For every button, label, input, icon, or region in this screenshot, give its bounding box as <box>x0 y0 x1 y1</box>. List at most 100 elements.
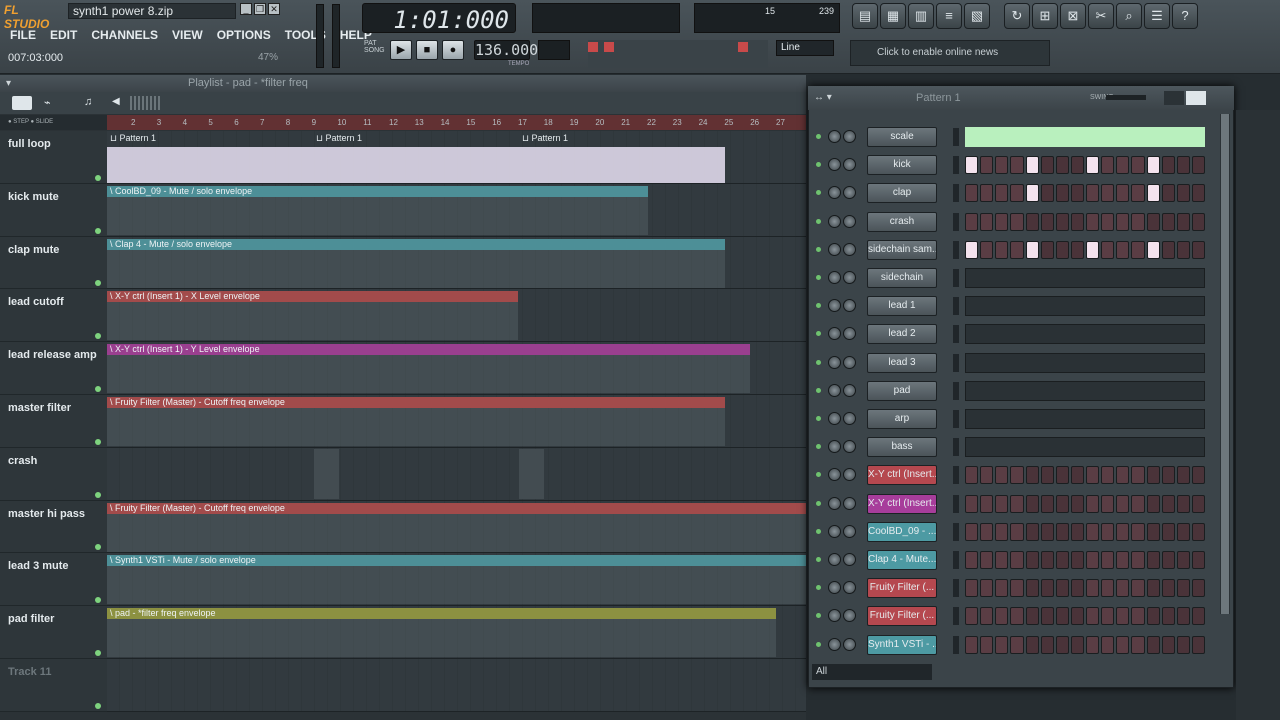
step-button[interactable] <box>1191 635 1205 654</box>
channel-name-button[interactable]: Clap 4 - Mute... <box>867 550 937 570</box>
step-button[interactable] <box>1055 156 1069 175</box>
step-button[interactable] <box>1116 212 1130 231</box>
channel-mute-led[interactable] <box>816 303 821 309</box>
channel-name-button[interactable]: sidechain sam... <box>867 239 937 260</box>
automation-clip-body[interactable] <box>107 619 776 658</box>
step-button[interactable] <box>1116 466 1130 485</box>
step-button[interactable] <box>1070 240 1084 259</box>
menu-view[interactable]: VIEW <box>166 26 209 44</box>
step-button[interactable] <box>1025 240 1039 259</box>
track-header[interactable]: lead release amp <box>0 342 107 395</box>
step-button[interactable] <box>1131 240 1145 259</box>
channel-select-bar[interactable] <box>953 325 959 344</box>
step-button[interactable] <box>1010 607 1024 626</box>
step-button[interactable] <box>965 579 979 598</box>
channel-select-bar[interactable] <box>953 184 959 203</box>
step-button[interactable] <box>1055 607 1069 626</box>
track-header[interactable]: clap mute <box>0 236 107 290</box>
channel-pan-knob[interactable] <box>828 214 841 228</box>
track-enable-led[interactable] <box>95 597 101 604</box>
step-button[interactable] <box>1161 184 1175 203</box>
step-button[interactable] <box>995 240 1009 259</box>
channel-name-button[interactable]: Fruity Filter (... <box>867 578 937 599</box>
step-button[interactable] <box>1010 494 1024 513</box>
step-button[interactable] <box>1025 494 1039 513</box>
step-button[interactable] <box>1101 240 1115 259</box>
step-button[interactable] <box>995 607 1009 626</box>
channel-pan-knob[interactable] <box>828 158 841 172</box>
channel-mute-led[interactable] <box>816 218 821 224</box>
step-button[interactable] <box>1116 522 1130 541</box>
channel-volume-knob[interactable] <box>843 214 856 228</box>
step-button[interactable] <box>1086 156 1100 175</box>
step-button[interactable] <box>1161 466 1175 485</box>
pattern-selector[interactable] <box>538 40 570 60</box>
step-button[interactable] <box>1146 607 1160 626</box>
channel-pan-knob[interactable] <box>828 355 841 369</box>
channel-volume-knob[interactable] <box>843 186 856 200</box>
channel-mute-led[interactable] <box>816 331 821 337</box>
step-button[interactable] <box>965 212 979 231</box>
step-button[interactable] <box>1116 240 1130 259</box>
step-button[interactable] <box>1116 551 1130 569</box>
menu-channels[interactable]: CHANNELS <box>85 26 164 44</box>
master-pitch-slider[interactable] <box>332 4 340 68</box>
step-button[interactable] <box>1131 635 1145 654</box>
mini-piano-roll[interactable] <box>965 437 1205 458</box>
channel-pan-knob[interactable] <box>828 581 841 595</box>
channel-select-bar[interactable] <box>953 438 959 457</box>
step-button[interactable] <box>1025 607 1039 626</box>
channel-volume-knob[interactable] <box>843 553 856 566</box>
track-header[interactable]: crash <box>0 447 107 501</box>
channel-mute-led[interactable] <box>816 641 821 647</box>
step-button[interactable] <box>1086 579 1100 598</box>
step-button[interactable] <box>1086 607 1100 626</box>
step-button[interactable] <box>1131 184 1145 203</box>
step-button[interactable] <box>1101 466 1115 485</box>
channel-volume-knob[interactable] <box>843 327 856 341</box>
track-enable-led[interactable] <box>95 438 101 445</box>
step-button[interactable] <box>1010 579 1024 598</box>
step-button[interactable] <box>1055 579 1069 598</box>
step-button[interactable] <box>1101 551 1115 569</box>
step-button[interactable] <box>995 579 1009 598</box>
step-button[interactable] <box>1176 184 1190 203</box>
track-header[interactable]: lead 3 mute <box>0 553 107 607</box>
channel-select-bar[interactable] <box>953 128 959 146</box>
channel-pan-knob[interactable] <box>828 440 841 454</box>
typing-keyboard-icon[interactable] <box>588 42 598 52</box>
close-icon[interactable]: ✕ <box>268 3 280 15</box>
step-button[interactable] <box>1131 466 1145 485</box>
channel-volume-knob[interactable] <box>843 524 856 538</box>
channel-mute-led[interactable] <box>816 416 821 421</box>
automation-clip-header[interactable]: \ X-Y ctrl (Insert 1) - Y Level envelope <box>107 344 750 356</box>
step-button[interactable] <box>965 466 979 485</box>
step-button[interactable] <box>1146 494 1160 513</box>
restore-icon[interactable]: ❐ <box>254 3 266 15</box>
browser-icon[interactable]: ▧ <box>964 3 990 29</box>
mini-piano-roll[interactable] <box>965 268 1205 288</box>
step-button[interactable] <box>1010 635 1024 654</box>
track-header[interactable]: pad filter <box>0 606 107 659</box>
channel-rack-scrollbar[interactable] <box>1220 114 1230 614</box>
channel-name-button[interactable]: X-Y ctrl (Insert... <box>867 493 937 514</box>
pattern-clip-label[interactable]: ⊔ Pattern 1 <box>313 133 362 144</box>
step-button[interactable] <box>995 156 1009 175</box>
step-button[interactable] <box>1086 635 1100 654</box>
step-button[interactable] <box>1191 494 1205 513</box>
step-button[interactable] <box>1010 522 1024 541</box>
step-button[interactable] <box>1131 156 1145 175</box>
channel-name-button[interactable]: kick <box>867 155 937 176</box>
track-enable-led[interactable] <box>95 174 101 181</box>
step-button[interactable] <box>1176 466 1190 485</box>
step-button[interactable] <box>1040 184 1054 203</box>
step-button[interactable] <box>1191 156 1205 175</box>
step-button[interactable] <box>1040 551 1054 569</box>
step-button[interactable] <box>1025 522 1039 541</box>
channel-select-bar[interactable] <box>953 381 959 400</box>
step-button[interactable] <box>1010 551 1024 569</box>
channel-volume-knob[interactable] <box>843 271 856 284</box>
step-button[interactable] <box>1040 240 1054 259</box>
automation-clip-body[interactable] <box>107 302 518 341</box>
step-button[interactable] <box>1101 184 1115 203</box>
